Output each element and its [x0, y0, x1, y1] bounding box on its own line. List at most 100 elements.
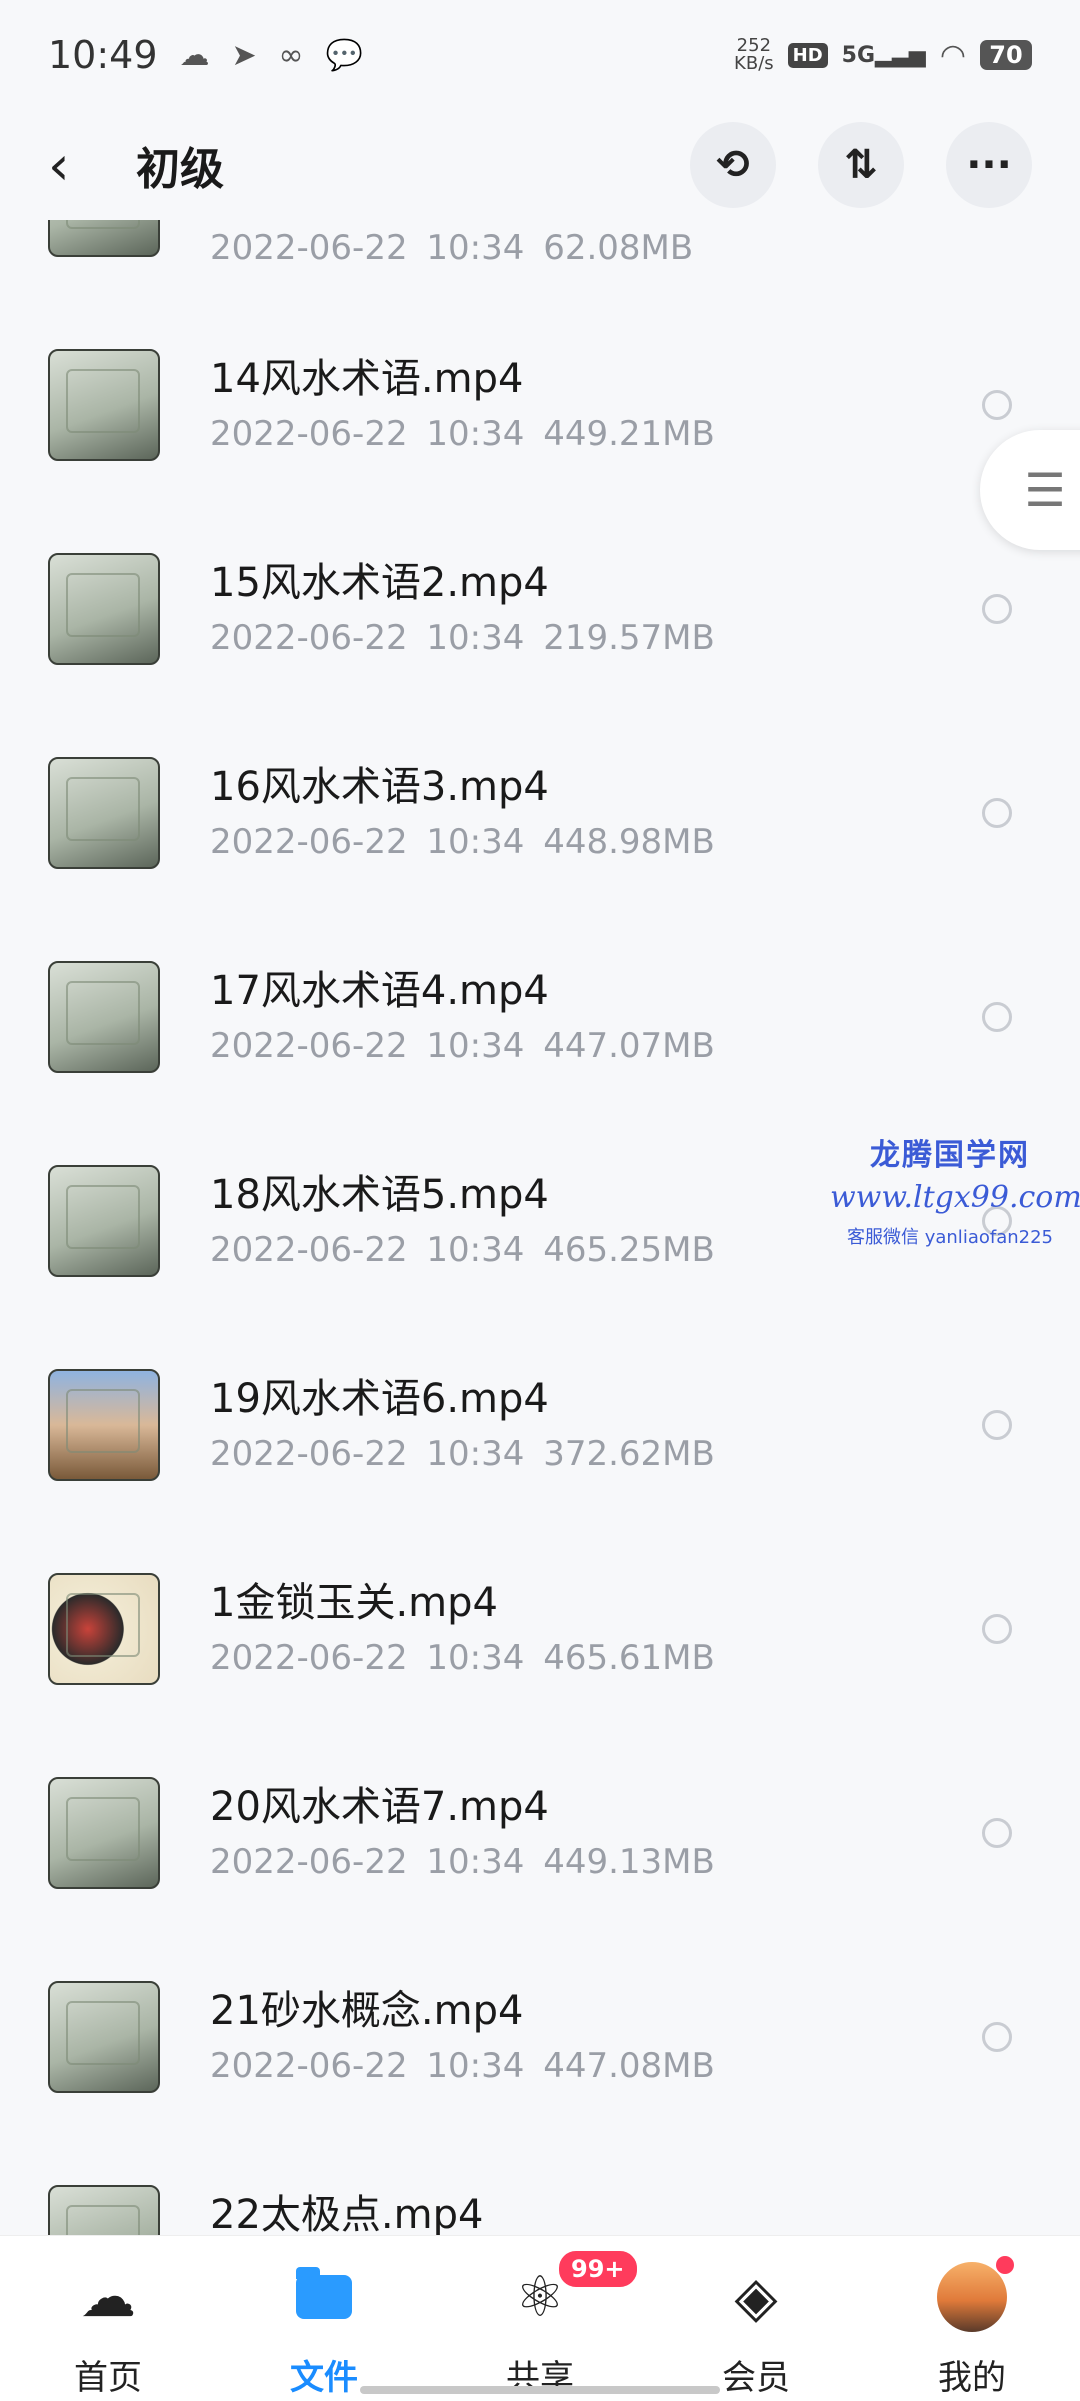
cloud-home-icon: ☁ [80, 2264, 136, 2330]
file-name: 22太极点.mp4 [210, 2192, 484, 2235]
watermark: 龙腾国学网 www.ltgx99.com 客服微信 yanliaofan225 [830, 1130, 1080, 1249]
home-indicator[interactable] [360, 2386, 720, 2394]
nav-home-label: 首页 [74, 2358, 142, 2398]
avatar [937, 2262, 1007, 2332]
video-thumbnail [48, 2185, 160, 2235]
video-thumbnail [48, 1369, 160, 1481]
file-size: 219.57MB [543, 618, 715, 658]
file-row[interactable]: 21砂水概念.mp4 2022-06-22 10:34 447.08MB [0, 1936, 1080, 2140]
video-thumbnail [48, 1777, 160, 1889]
nav-files[interactable]: 文件 [244, 2236, 404, 2399]
file-row[interactable]: 1金锁玉关.mp4 2022-06-22 10:34 465.61MB [0, 1528, 1080, 1732]
file-size: 465.61MB [543, 1638, 715, 1678]
back-arrow-icon[interactable]: ‹ [48, 134, 108, 197]
history-icon: ⟲ [716, 142, 750, 188]
share-badge: 99+ [556, 2248, 640, 2290]
nav-files-label: 文件 [290, 2358, 358, 2398]
file-date: 2022-06-22 [210, 1638, 408, 1678]
video-thumbnail [48, 349, 160, 461]
file-time: 10:34 [426, 618, 525, 658]
file-row[interactable]: 2022-06-22 10:34 62.08MB [0, 220, 1080, 304]
file-row[interactable]: 14风水术语.mp4 2022-06-22 10:34 449.21MB [0, 304, 1080, 508]
file-meta: 2022-06-22 10:34 449.21MB [210, 414, 715, 454]
file-time: 10:34 [426, 228, 525, 268]
video-thumbnail [48, 220, 160, 257]
file-meta: 2022-06-22 10:34 447.07MB [210, 1026, 715, 1066]
file-name: 18风水术语5.mp4 [210, 1172, 549, 1218]
cloud-notification-icon: ☁ [179, 37, 210, 73]
file-meta: 2022-06-22 10:34 372.62MB [210, 1434, 715, 1474]
more-button[interactable]: ··· [946, 122, 1032, 208]
history-button[interactable]: ⟲ [690, 122, 776, 208]
file-time: 10:34 [426, 1026, 525, 1066]
file-time: 10:34 [426, 1230, 525, 1270]
file-size: 447.08MB [543, 2046, 715, 2086]
file-date: 2022-06-22 [210, 1842, 408, 1882]
sort-icon: ⇅ [844, 142, 878, 188]
sort-button[interactable]: ⇅ [818, 122, 904, 208]
nav-mine[interactable]: 我的 [892, 2236, 1052, 2399]
file-row[interactable]: 22太极点.mp4 [0, 2140, 1080, 2235]
notification-dot [996, 2256, 1014, 2274]
video-thumbnail [48, 1981, 160, 2093]
file-name: 19风水术语6.mp4 [210, 1376, 549, 1422]
file-row[interactable]: 20风水术语7.mp4 2022-06-22 10:34 449.13MB [0, 1732, 1080, 1936]
app-header: ‹ 初级 ⟲ ⇅ ··· [0, 110, 1080, 220]
nav-home[interactable]: ☁ 首页 [28, 2236, 188, 2399]
file-name: 17风水术语4.mp4 [210, 968, 549, 1014]
select-checkbox[interactable] [982, 1410, 1012, 1440]
file-name: 16风水术语3.mp4 [210, 764, 549, 810]
net-speed: 252 KB/s [734, 37, 774, 73]
file-time: 10:34 [426, 414, 525, 454]
select-checkbox[interactable] [982, 1818, 1012, 1848]
select-checkbox[interactable] [982, 390, 1012, 420]
status-left: 10:49 ☁ ➤ ∞ 💬 [48, 33, 363, 77]
video-thumbnail [48, 1165, 160, 1277]
file-row[interactable]: 19风水术语6.mp4 2022-06-22 10:34 372.62MB [0, 1324, 1080, 1528]
select-checkbox[interactable] [982, 798, 1012, 828]
file-meta: 2022-06-22 10:34 62.08MB [210, 228, 693, 268]
file-date: 2022-06-22 [210, 1230, 408, 1270]
network-signal: 5G▂▃▅ [841, 42, 926, 68]
status-bar: 10:49 ☁ ➤ ∞ 💬 252 KB/s HD 5G▂▃▅ ◠ 70 [0, 0, 1080, 110]
file-time: 10:34 [426, 1638, 525, 1678]
select-checkbox[interactable] [982, 1002, 1012, 1032]
file-name: 20风水术语7.mp4 [210, 1784, 549, 1830]
file-size: 448.98MB [543, 822, 715, 862]
file-date: 2022-06-22 [210, 228, 408, 268]
select-checkbox[interactable] [982, 594, 1012, 624]
file-size: 447.07MB [543, 1026, 715, 1066]
file-meta: 2022-06-22 10:34 465.25MB [210, 1230, 715, 1270]
file-date: 2022-06-22 [210, 822, 408, 862]
net-speed-unit: KB/s [734, 53, 774, 74]
network-type: 5G [841, 42, 876, 68]
file-date: 2022-06-22 [210, 618, 408, 658]
file-time: 10:34 [426, 822, 525, 862]
nav-vip-label: 会员 [722, 2358, 790, 2398]
wifi-icon: ◠ [939, 37, 966, 73]
watermark-url: www.ltgx99.com [830, 1180, 1080, 1215]
file-size: 372.62MB [543, 1434, 715, 1474]
file-name: 15风水术语2.mp4 [210, 560, 549, 606]
more-icon: ··· [966, 142, 1012, 188]
select-checkbox[interactable] [982, 1614, 1012, 1644]
file-name: 14风水术语.mp4 [210, 356, 524, 402]
file-row[interactable]: 17风水术语4.mp4 2022-06-22 10:34 447.07MB [0, 916, 1080, 1120]
chat-icon: 💬 [325, 37, 364, 73]
nav-vip[interactable]: ◈ 会员 [676, 2236, 836, 2399]
nav-share[interactable]: ⚛ 99+ 共享 [460, 2236, 640, 2399]
file-time: 10:34 [426, 2046, 525, 2086]
file-size: 465.25MB [543, 1230, 715, 1270]
file-size: 62.08MB [543, 228, 694, 268]
diamond-s-icon: ◈ [734, 2264, 778, 2330]
folder-icon [296, 2264, 352, 2330]
select-checkbox[interactable] [982, 2022, 1012, 2052]
file-meta: 2022-06-22 10:34 448.98MB [210, 822, 715, 862]
app-notification-icon: ∞ [278, 37, 304, 73]
bottom-nav: ☁ 首页 文件 ⚛ 99+ 共享 ◈ 会员 我的 [0, 2235, 1080, 2401]
file-meta: 2022-06-22 10:34 447.08MB [210, 2046, 715, 2086]
file-meta: 2022-06-22 10:34 219.57MB [210, 618, 715, 658]
file-row[interactable]: 16风水术语3.mp4 2022-06-22 10:34 448.98MB [0, 712, 1080, 916]
file-row[interactable]: 15风水术语2.mp4 2022-06-22 10:34 219.57MB [0, 508, 1080, 712]
video-thumbnail [48, 553, 160, 665]
